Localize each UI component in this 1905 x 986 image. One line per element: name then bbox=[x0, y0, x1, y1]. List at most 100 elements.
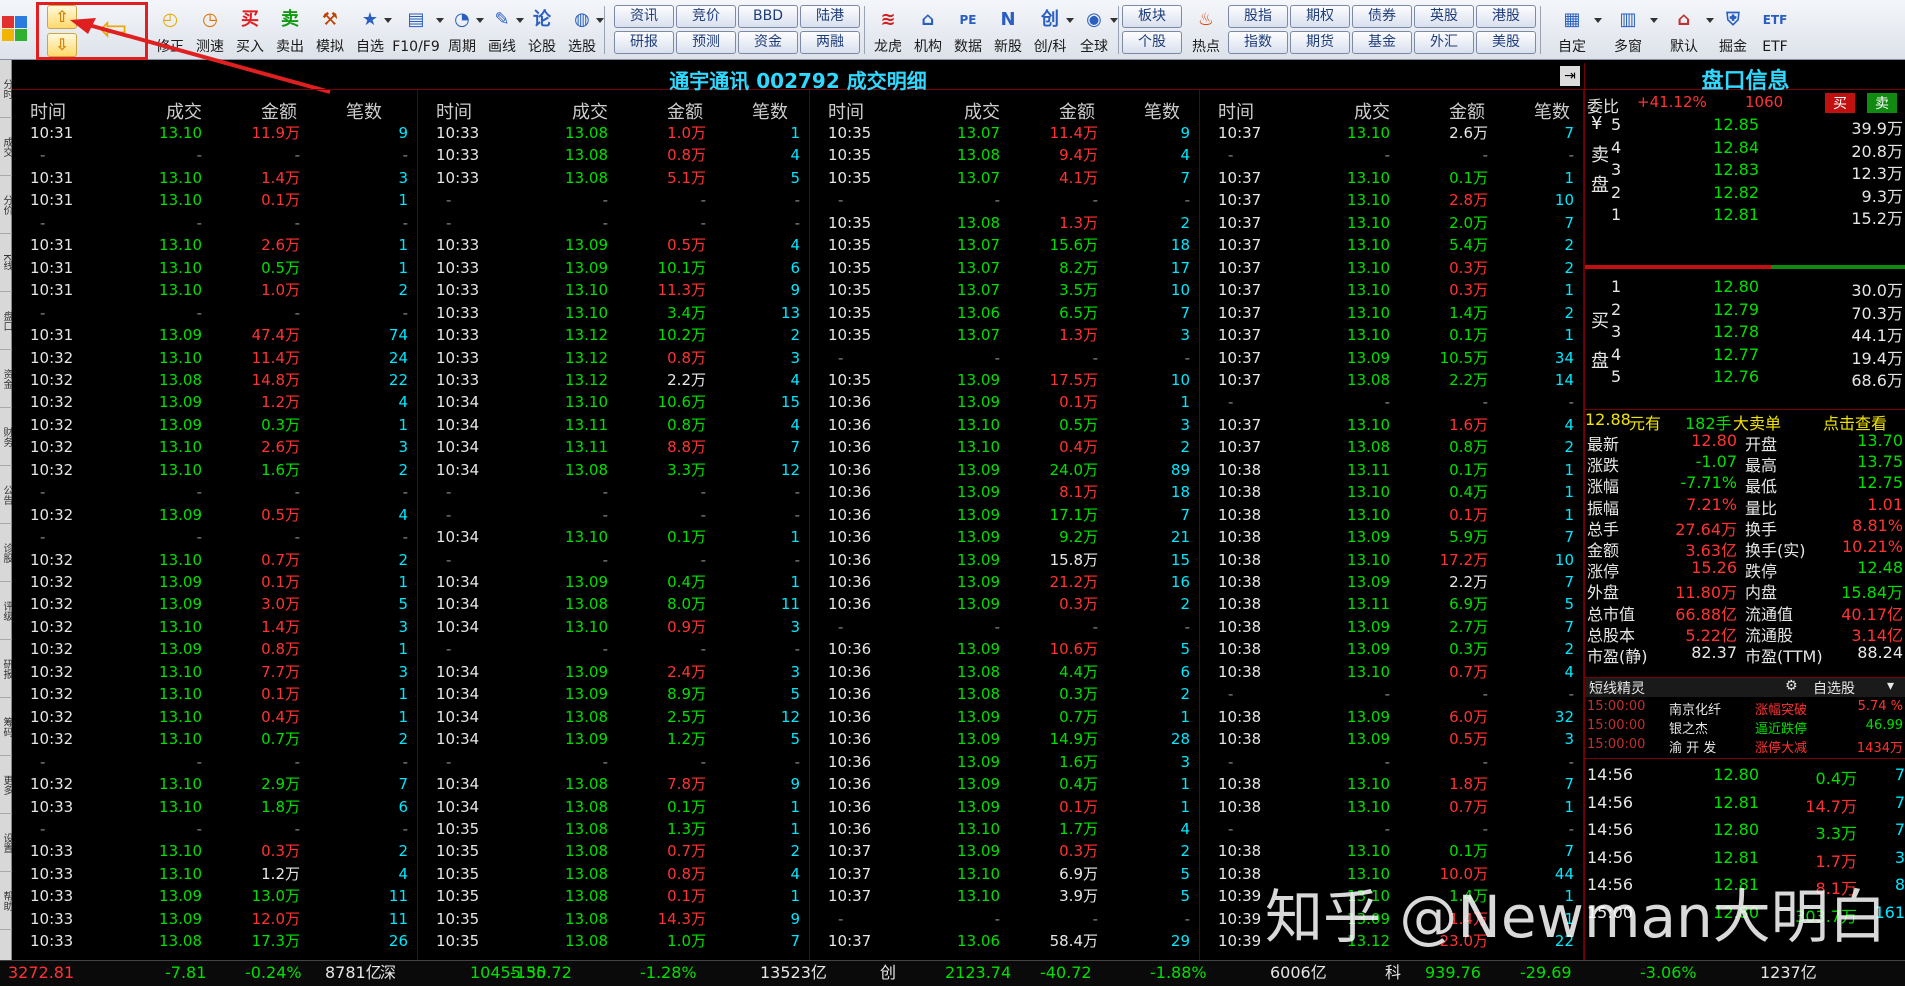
status-index-value[interactable]: 939.76 bbox=[1425, 961, 1481, 985]
left-tab-更多[interactable]: 更多 bbox=[0, 756, 12, 814]
table-row[interactable]: 10:31 13.10 1.4万 3 bbox=[12, 167, 418, 189]
left-tab-分时[interactable]: 分时 bbox=[0, 60, 12, 118]
hot-button[interactable]: ♨ 热点 bbox=[1184, 0, 1228, 60]
toolbar-pill-预测[interactable]: 预测 bbox=[676, 31, 736, 54]
select-stock-button[interactable]: ◍ 选股 bbox=[562, 0, 604, 60]
table-row[interactable]: 10:31 13.10 11.9万 9 bbox=[12, 122, 418, 144]
toolbar-pill-资讯[interactable]: 资讯 bbox=[614, 5, 674, 28]
table-row[interactable]: 10:37 13.06 58.4万 29 bbox=[810, 930, 1200, 952]
table-row[interactable]: ---- bbox=[12, 818, 418, 840]
table-row[interactable]: 10:37 13.09 0.3万 2 bbox=[810, 840, 1200, 862]
table-row[interactable]: 10:34 13.08 0.1万 1 bbox=[418, 796, 810, 818]
table-row[interactable]: 10:35 13.08 1.3万 2 bbox=[810, 212, 1200, 234]
ask-row[interactable]: 4 12.84 20.8万 bbox=[1585, 138, 1905, 161]
table-row[interactable]: 10:32 13.09 1.2万 4 bbox=[12, 391, 418, 413]
pe-data-button[interactable]: PE 数据 bbox=[948, 0, 988, 60]
collapse-panel-button[interactable]: ⇥ bbox=[1560, 66, 1580, 86]
sell-button[interactable]: 卖卖出 bbox=[270, 0, 310, 60]
table-row[interactable]: 10:36 13.09 9.2万 21 bbox=[810, 526, 1200, 548]
toolbar-pill-竞价[interactable]: 竞价 bbox=[676, 5, 736, 28]
table-row[interactable]: 10:37 13.10 2.6万 7 bbox=[1200, 122, 1584, 144]
table-row[interactable]: ---- bbox=[1200, 818, 1584, 840]
sprite-row[interactable]: 15:00:00 渝 开 发 涨停大减 1434万 bbox=[1585, 737, 1905, 756]
table-row[interactable]: 10:37 13.10 0.3万 2 bbox=[1200, 257, 1584, 279]
table-row[interactable]: 10:35 13.08 1.0万 7 bbox=[418, 930, 810, 952]
table-row[interactable]: 10:38 13.09 5.9万 7 bbox=[1200, 526, 1584, 548]
bid-row[interactable]: 5 12.76 68.6万 bbox=[1585, 367, 1905, 390]
status-index-value[interactable]: -3.06% bbox=[1640, 961, 1697, 985]
table-row[interactable]: 10:38 13.10 0.7万 1 bbox=[1200, 796, 1584, 818]
status-index-value[interactable]: -135.72 bbox=[510, 961, 572, 985]
table-row[interactable]: 10:31 13.10 1.0万 2 bbox=[12, 279, 418, 301]
table-row[interactable]: 10:33 13.09 0.5万 4 bbox=[418, 234, 810, 256]
left-tab-成交[interactable]: 成交 bbox=[0, 118, 12, 176]
table-row[interactable]: 10:34 13.10 10.6万 15 bbox=[418, 391, 810, 413]
table-row[interactable]: 10:37 13.10 0.3万 1 bbox=[1200, 279, 1584, 301]
table-row[interactable]: 10:35 13.07 15.6万 18 bbox=[810, 234, 1200, 256]
table-row[interactable]: 10:32 13.09 0.5万 4 bbox=[12, 504, 418, 526]
table-row[interactable]: 10:36 13.10 0.5万 3 bbox=[810, 414, 1200, 436]
table-row[interactable]: 10:36 13.10 1.7万 4 bbox=[810, 818, 1200, 840]
shield-button[interactable]: ⛨ 掘金 bbox=[1712, 0, 1754, 60]
table-row[interactable]: 10:34 13.08 2.5万 12 bbox=[418, 706, 810, 728]
left-tab-K线[interactable]: K线 bbox=[0, 234, 12, 292]
table-row[interactable]: 10:37 13.10 3.9万 5 bbox=[810, 885, 1200, 907]
ask-row[interactable]: 2 12.82 9.3万 bbox=[1585, 183, 1905, 206]
table-row[interactable]: ---- bbox=[418, 189, 810, 211]
status-index-value[interactable]: 2123.74 bbox=[945, 961, 1011, 985]
toolbar-pill-研报[interactable]: 研报 bbox=[614, 31, 674, 54]
table-row[interactable]: 10:35 13.09 17.5万 10 bbox=[810, 369, 1200, 391]
custom-button[interactable]: ▦ 自定 bbox=[1544, 0, 1602, 60]
toolbar-pill-陆港[interactable]: 陆港 bbox=[800, 5, 860, 28]
status-index-value[interactable]: 3272.81 bbox=[8, 961, 74, 985]
table-row[interactable]: 10:33 13.09 13.0万 11 bbox=[12, 885, 418, 907]
table-row[interactable]: ---- bbox=[810, 189, 1200, 211]
table-row[interactable]: ---- bbox=[1200, 144, 1584, 166]
table-row[interactable]: 10:32 13.09 3.0万 5 bbox=[12, 593, 418, 615]
status-index-value[interactable]: 1237亿 bbox=[1760, 961, 1817, 985]
table-row[interactable]: 10:32 13.10 7.7万 3 bbox=[12, 661, 418, 683]
table-row[interactable]: ---- bbox=[418, 504, 810, 526]
table-row[interactable]: 10:34 13.09 8.9万 5 bbox=[418, 683, 810, 705]
table-row[interactable]: ---- bbox=[418, 751, 810, 773]
table-row[interactable]: 10:38 13.09 2.2万 7 bbox=[1200, 571, 1584, 593]
table-row[interactable]: 10:33 13.12 0.8万 3 bbox=[418, 347, 810, 369]
table-row[interactable]: 10:34 13.10 0.9万 3 bbox=[418, 616, 810, 638]
table-row[interactable]: 10:32 13.10 0.7万 2 bbox=[12, 728, 418, 750]
ask-row[interactable]: 3 12.83 12.3万 bbox=[1585, 160, 1905, 183]
status-index-value[interactable]: 深 bbox=[380, 961, 396, 985]
table-row[interactable]: 10:32 13.10 11.4万 24 bbox=[12, 347, 418, 369]
table-row[interactable]: 10:33 13.10 3.4万 13 bbox=[418, 302, 810, 324]
status-index-value[interactable]: 科 bbox=[1385, 961, 1401, 985]
toolbar-pill-板块[interactable]: 板块 bbox=[1122, 5, 1182, 28]
status-index-value[interactable]: 13523亿 bbox=[760, 961, 827, 985]
toolbar-pill-港股[interactable]: 港股 bbox=[1476, 5, 1536, 28]
toolbar-pill-两融[interactable]: 两融 bbox=[800, 31, 860, 54]
table-row[interactable]: 10:33 13.10 0.3万 2 bbox=[12, 840, 418, 862]
toolbar-pill-期权[interactable]: 期权 bbox=[1290, 5, 1350, 28]
table-row[interactable]: 10:36 13.10 0.4万 2 bbox=[810, 436, 1200, 458]
table-row[interactable]: 10:35 13.08 9.4万 4 bbox=[810, 144, 1200, 166]
institution-button[interactable]: ⌂ 机构 bbox=[908, 0, 948, 60]
table-row[interactable]: 10:35 13.07 11.4万 9 bbox=[810, 122, 1200, 144]
table-row[interactable]: 10:33 13.10 1.2万 4 bbox=[12, 863, 418, 885]
table-row[interactable]: 10:36 13.09 24.0万 89 bbox=[810, 459, 1200, 481]
table-row[interactable]: 10:34 13.09 2.4万 3 bbox=[418, 661, 810, 683]
bid-row[interactable]: 4 12.77 19.4万 bbox=[1585, 345, 1905, 368]
table-row[interactable]: 10:34 13.08 8.0万 11 bbox=[418, 593, 810, 615]
new-stock-button[interactable]: N 新股 bbox=[988, 0, 1028, 60]
table-row[interactable]: 10:31 13.10 0.5万 1 bbox=[12, 257, 418, 279]
toolbar-pill-美股[interactable]: 美股 bbox=[1476, 31, 1536, 54]
table-row[interactable]: ---- bbox=[1200, 751, 1584, 773]
table-row[interactable]: 10:32 13.08 14.8万 22 bbox=[12, 369, 418, 391]
table-row[interactable]: 10:32 13.10 2.6万 3 bbox=[12, 436, 418, 458]
left-tab-筹码[interactable]: 筹码 bbox=[0, 698, 12, 756]
table-row[interactable]: 10:32 13.10 1.6万 2 bbox=[12, 459, 418, 481]
table-row[interactable]: 10:35 13.07 4.1万 7 bbox=[810, 167, 1200, 189]
left-tab-设置[interactable]: 设置 bbox=[0, 814, 12, 872]
dragon-tiger-button[interactable]: ≋ 龙虎 bbox=[868, 0, 908, 60]
toolbar-pill-期货[interactable]: 期货 bbox=[1290, 31, 1350, 54]
discuss-button[interactable]: 论论股 bbox=[522, 0, 562, 60]
table-row[interactable]: 10:37 13.10 0.1万 1 bbox=[1200, 324, 1584, 346]
table-row[interactable]: 10:35 13.07 1.3万 3 bbox=[810, 324, 1200, 346]
